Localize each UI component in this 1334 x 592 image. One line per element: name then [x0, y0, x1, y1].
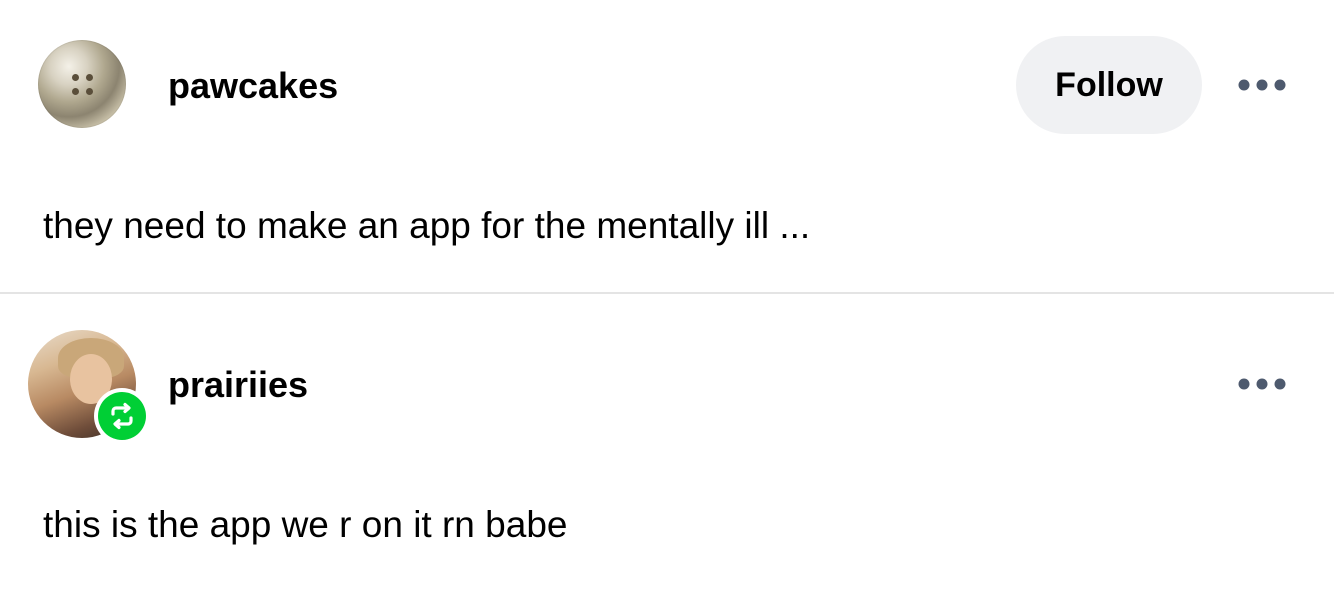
post-reblog	[0, 294, 1334, 592]
post-username[interactable]: pawcakes	[168, 66, 338, 106]
reblog-username[interactable]: prairiies	[168, 365, 308, 405]
button-hole-icon	[86, 74, 93, 81]
follow-button[interactable]: Follow	[1016, 36, 1202, 134]
button-hole-icon	[72, 74, 79, 81]
post-original: pawcakes Follow they need to make an app…	[0, 0, 1334, 292]
post-body-text: they need to make an app for the mentall…	[43, 205, 811, 246]
button-hole-icon	[86, 88, 93, 95]
reblog-icon	[111, 402, 133, 430]
reblog-badge-circle	[98, 392, 146, 440]
ellipsis-icon	[1238, 79, 1286, 91]
reblog-badge	[94, 388, 150, 444]
ellipsis-icon	[1238, 378, 1286, 390]
pawcakes-avatar[interactable]	[38, 40, 126, 128]
more-options-button[interactable]	[1236, 369, 1288, 399]
more-options-button[interactable]	[1236, 70, 1288, 100]
button-hole-icon	[72, 88, 79, 95]
reblog-body-text: this is the app we r on it rn babe	[43, 504, 568, 545]
